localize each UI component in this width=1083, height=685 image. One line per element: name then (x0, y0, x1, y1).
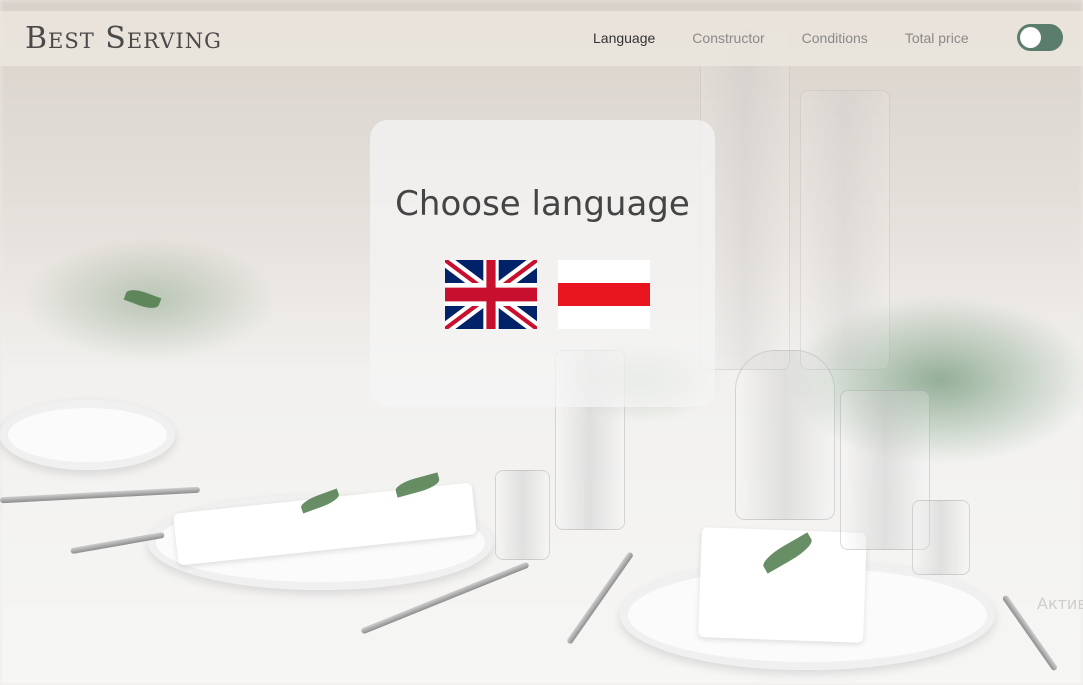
uk-flag-icon[interactable] (445, 260, 537, 329)
nav-constructor[interactable]: Constructor (692, 30, 764, 46)
top-navbar: Best Serving Language Constructor Condit… (0, 11, 1083, 66)
toggle-knob (1020, 27, 1041, 48)
nav-conditions[interactable]: Conditions (802, 30, 868, 46)
shot-glass (912, 500, 970, 575)
plate-far-left (0, 400, 175, 470)
theme-toggle[interactable] (1017, 24, 1063, 51)
nav-total-price[interactable]: Total price (905, 30, 969, 46)
main-nav: Language Constructor Conditions Total pr… (593, 30, 969, 46)
language-modal: Choose language (370, 120, 715, 407)
candle-holder-2 (800, 90, 890, 370)
belarus-flag-icon[interactable] (558, 260, 650, 329)
site-logo[interactable]: Best Serving (25, 21, 222, 56)
activation-watermark: Актив (1037, 594, 1083, 613)
wine-glass (735, 350, 835, 520)
nav-language[interactable]: Language (593, 30, 655, 46)
small-glass (495, 470, 550, 560)
modal-title: Choose language (395, 184, 690, 224)
